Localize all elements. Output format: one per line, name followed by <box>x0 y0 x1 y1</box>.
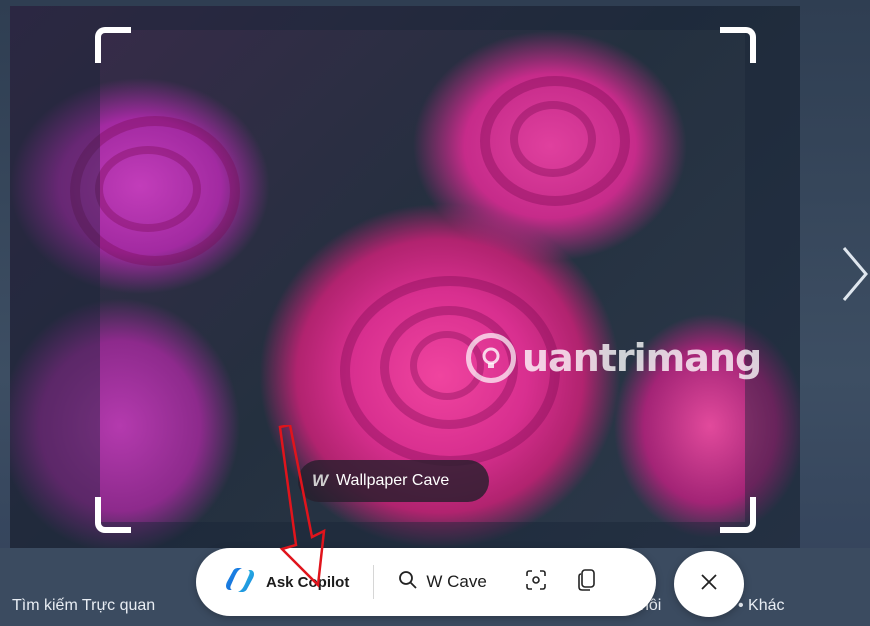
crop-handle-top-left[interactable] <box>95 27 131 63</box>
crop-dim-top <box>100 6 745 30</box>
source-label: Wallpaper Cave <box>336 472 450 489</box>
crop-dim-bottom <box>100 522 745 548</box>
visual-search-button[interactable] <box>521 567 551 597</box>
toolbar-divider <box>373 565 375 599</box>
visual-search-link[interactable]: Tìm kiếm Trực quan <box>12 597 155 615</box>
copy-icon <box>577 568 599 597</box>
close-icon <box>699 572 719 597</box>
visual-search-icon <box>525 569 547 596</box>
visual-search-toolbar: Ask Copilot W Cave <box>196 548 656 616</box>
crop-dim-right <box>745 6 800 548</box>
next-image-chevron-icon[interactable] <box>838 246 870 302</box>
search-site-button[interactable]: W Cave <box>398 570 487 595</box>
crop-handle-top-right[interactable] <box>720 27 756 63</box>
more-link[interactable]: • Khác <box>738 597 785 615</box>
crop-handle-bottom-right[interactable] <box>720 497 756 533</box>
source-chip[interactable]: W Wallpaper Cave <box>298 460 489 502</box>
copy-button[interactable] <box>573 567 603 597</box>
close-button[interactable] <box>674 551 744 617</box>
ask-copilot-label: Ask Copilot <box>266 573 350 591</box>
watermark: uantrimang <box>466 328 762 388</box>
ask-copilot-button[interactable]: Ask Copilot <box>224 560 349 604</box>
crop-handle-bottom-left[interactable] <box>95 497 131 533</box>
search-site-label: W Cave <box>426 572 487 591</box>
watermark-text: uantrimang <box>522 336 762 380</box>
lightbulb-icon <box>466 333 516 383</box>
copilot-icon <box>224 566 256 598</box>
wallpaper-cave-logo-icon: W <box>312 471 329 490</box>
crop-dim-left <box>10 6 100 548</box>
search-icon <box>398 570 418 595</box>
